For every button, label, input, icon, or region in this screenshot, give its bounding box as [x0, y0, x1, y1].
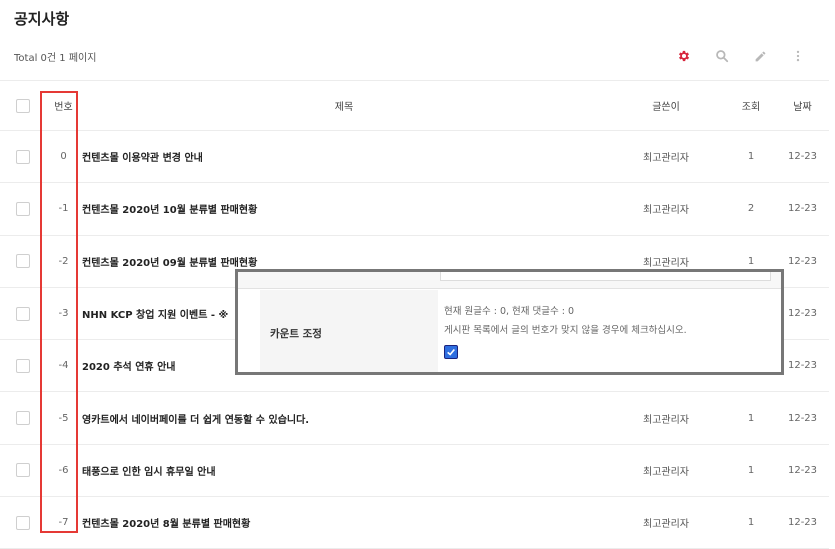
row-num: -5	[58, 412, 69, 424]
row-hit: 1	[747, 517, 755, 529]
row-date: 12-23	[787, 412, 818, 424]
row-subject-link[interactable]: 컨텐츠몰 2020년 10월 분류별 판매현황	[82, 183, 606, 235]
row-writer[interactable]: 최고관리자	[606, 183, 726, 235]
row-checkbox[interactable]	[15, 411, 30, 426]
table-row: -5 영카트에서 네이버페이를 더 쉽게 연동할 수 있습니다. 최고관리자 1…	[0, 392, 829, 445]
table-row: 0 컨텐츠몰 이용약관 변경 안내 최고관리자 1 12-23	[0, 131, 829, 183]
select-all-checkbox[interactable]	[15, 98, 30, 113]
row-date: 12-23	[787, 517, 818, 529]
row-num: -7	[58, 517, 69, 529]
page-title: 공지사항	[14, 10, 70, 28]
row-checkbox[interactable]	[15, 149, 30, 164]
table-row: -1 컨텐츠몰 2020년 10월 분류별 판매현황 최고관리자 2 12-23	[0, 183, 829, 236]
more-vertical-icon	[796, 50, 800, 62]
row-date: 12-23	[787, 203, 818, 215]
row-checkbox[interactable]	[15, 201, 30, 216]
count-help-text: 게시판 목록에서 글의 번호가 맞지 않을 경우에 체크하십시오.	[444, 325, 687, 336]
settings-button[interactable]	[665, 45, 703, 67]
header-hit[interactable]: 조회	[726, 81, 776, 131]
header-subject[interactable]: 제목	[82, 81, 606, 131]
row-hit: 2	[747, 203, 755, 215]
row-writer[interactable]: 최고관리자	[606, 392, 726, 444]
row-num: 0	[60, 151, 67, 163]
row-num: -3	[58, 308, 69, 320]
row-checkbox[interactable]	[15, 358, 30, 373]
header-num[interactable]: 번호	[45, 81, 82, 131]
header-writer[interactable]: 글쓴이	[606, 81, 726, 131]
header-date[interactable]: 날짜	[776, 81, 829, 131]
count-adjust-panel: 카운트 조정 현재 원글수 : 0, 현재 댓글수 : 0 게시판 목록에서 글…	[235, 269, 784, 375]
toolbar	[665, 45, 817, 67]
row-num: -6	[58, 464, 69, 476]
row-subject-link[interactable]: 태풍으로 인한 임시 휴무일 안내	[82, 444, 606, 496]
row-hit: 1	[747, 464, 755, 476]
row-checkbox[interactable]	[15, 515, 30, 530]
panel-top-row	[238, 272, 781, 289]
checkmark-icon	[447, 348, 455, 356]
row-writer[interactable]: 최고관리자	[606, 444, 726, 496]
row-date: 12-23	[787, 464, 818, 476]
row-checkbox[interactable]	[15, 306, 30, 321]
row-writer[interactable]: 최고관리자	[606, 131, 726, 183]
row-subject-link[interactable]: 컨텐츠몰 2020년 8월 분류별 판매현황	[82, 497, 606, 549]
row-num: -4	[58, 360, 69, 372]
count-info-text: 현재 원글수 : 0, 현재 댓글수 : 0	[444, 306, 575, 317]
panel-top-field[interactable]	[440, 272, 771, 281]
row-num: -1	[58, 203, 69, 215]
pencil-icon	[755, 51, 765, 61]
row-hit: 1	[747, 151, 755, 163]
count-adjust-label: 카운트 조정	[270, 328, 322, 340]
row-date: 12-23	[787, 151, 818, 163]
row-num: -2	[58, 255, 69, 267]
gear-icon	[678, 50, 690, 62]
row-subject-link[interactable]: 컨텐츠몰 이용약관 변경 안내	[82, 131, 606, 183]
search-icon	[716, 50, 729, 63]
row-hit: 1	[747, 412, 755, 424]
write-button[interactable]	[741, 45, 779, 67]
count-adjust-checkbox[interactable]	[444, 345, 458, 359]
table-row: -7 컨텐츠몰 2020년 8월 분류별 판매현황 최고관리자 1 12-23	[0, 497, 829, 549]
row-writer[interactable]: 최고관리자	[606, 497, 726, 549]
total-count: Total 0건 1 페이지	[14, 53, 97, 64]
table-row: -6 태풍으로 인한 임시 휴무일 안내 최고관리자 1 12-23	[0, 444, 829, 497]
row-checkbox[interactable]	[15, 254, 30, 269]
table-header: 번호 제목 글쓴이 조회 날짜	[0, 80, 829, 131]
row-checkbox[interactable]	[15, 463, 30, 478]
more-button[interactable]	[779, 45, 817, 67]
row-subject-link[interactable]: 영카트에서 네이버페이를 더 쉽게 연동할 수 있습니다.	[82, 392, 606, 444]
search-button[interactable]	[703, 45, 741, 67]
